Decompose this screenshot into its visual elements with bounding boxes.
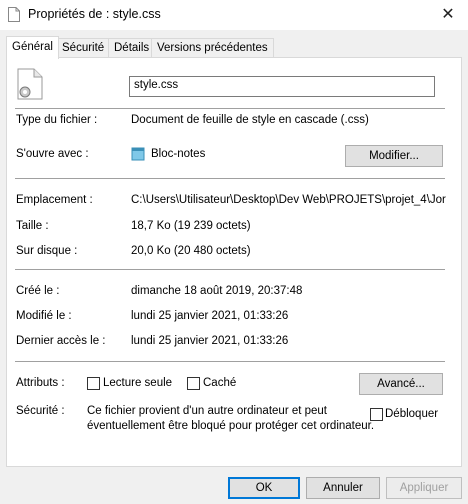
security-text-line1: Ce fichier provient d'un autre ordinateu… (87, 405, 328, 417)
unblock-label: Débloquer (385, 408, 439, 420)
location-label: Emplacement : (16, 194, 93, 206)
size-value: 18,7 Ko (19 239 octets) (131, 220, 251, 232)
separator (15, 108, 445, 109)
disk-size-label: Sur disque : (16, 245, 78, 257)
readonly-label: Lecture seule (103, 377, 173, 389)
tab-security[interactable]: Sécurité (56, 38, 111, 58)
general-panel: Type du fichier : Document de feuille de… (6, 57, 462, 467)
size-label: Taille : (16, 220, 49, 232)
readonly-checkbox[interactable] (87, 377, 100, 390)
security-text-line2: éventuellement être bloqué pour protéger… (87, 420, 375, 432)
modified-label: Modifié le : (16, 310, 72, 322)
attributes-label: Attributs : (16, 377, 65, 389)
css-file-icon (17, 68, 43, 100)
separator (15, 269, 445, 270)
ok-button[interactable]: OK (228, 477, 300, 499)
security-label: Sécurité : (16, 405, 65, 417)
file-icon (8, 7, 20, 22)
hidden-label: Caché (203, 377, 237, 389)
location-value: C:\Users\Utilisateur\Desktop\Dev Web\PRO… (131, 194, 446, 206)
type-value: Document de feuille de style en cascade … (131, 114, 369, 126)
close-icon[interactable]: ✕ (436, 5, 460, 25)
filename-input[interactable] (130, 77, 428, 93)
title-bar: Propriétés de : style.css ✕ (0, 0, 468, 30)
opens-with-value: Bloc-notes (151, 148, 206, 160)
tab-details[interactable]: Détails (108, 38, 156, 58)
advanced-button[interactable]: Avancé... (359, 373, 443, 395)
modified-value: lundi 25 janvier 2021, 01:33:26 (131, 310, 289, 322)
window-title: Propriétés de : style.css (28, 7, 161, 21)
created-label: Créé le : (16, 285, 60, 297)
cancel-button[interactable]: Annuler (306, 477, 380, 499)
type-label: Type du fichier : (16, 114, 98, 126)
opens-with-label: S'ouvre avec : (16, 148, 89, 160)
disk-size-value: 20,0 Ko (20 480 octets) (131, 245, 251, 257)
accessed-label: Dernier accès le : (16, 335, 106, 347)
created-value: dimanche 18 août 2019, 20:37:48 (131, 285, 303, 297)
tab-general[interactable]: Général (6, 36, 59, 59)
notepad-icon (131, 147, 145, 161)
unblock-checkbox[interactable] (370, 408, 383, 421)
apply-button[interactable]: Appliquer (386, 477, 462, 499)
hidden-checkbox[interactable] (187, 377, 200, 390)
tab-previous-versions[interactable]: Versions précédentes (151, 38, 274, 58)
accessed-value: lundi 25 janvier 2021, 01:33:26 (131, 335, 289, 347)
separator (15, 361, 445, 362)
modify-button[interactable]: Modifier... (345, 145, 443, 167)
filename-field[interactable] (129, 76, 435, 97)
separator (15, 178, 445, 179)
